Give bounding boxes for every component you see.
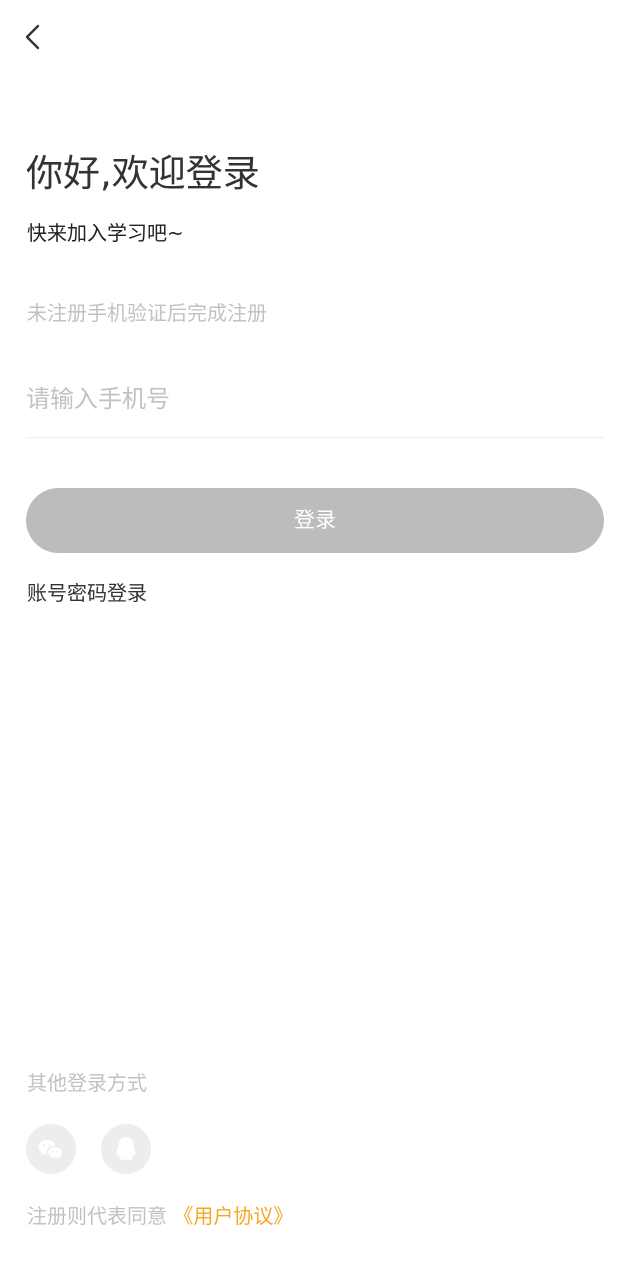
back-button[interactable] — [14, 18, 54, 58]
phone-input[interactable] — [26, 372, 604, 426]
login-button[interactable]: 登录 — [26, 488, 604, 553]
wechat-login-button[interactable] — [26, 1124, 76, 1174]
agreement-text: 注册则代表同意 — [27, 1204, 167, 1228]
page-title: 你好,欢迎登录 — [26, 152, 260, 195]
password-login-link[interactable]: 账号密码登录 — [27, 578, 147, 608]
input-divider — [26, 437, 604, 438]
other-login-title: 其他登录方式 — [27, 1071, 147, 1095]
qq-icon — [116, 1137, 136, 1160]
chevron-left-icon — [25, 24, 40, 50]
wechat-icon — [38, 1140, 64, 1160]
qq-login-button[interactable] — [101, 1124, 151, 1174]
user-agreement-link[interactable]: 《用户协议》 — [173, 1204, 293, 1228]
register-hint: 未注册手机验证后完成注册 — [27, 301, 267, 325]
agreement-row: 注册则代表同意 《用户协议》 — [27, 1201, 293, 1231]
page-subtitle: 快来加入学习吧~ — [27, 221, 184, 245]
